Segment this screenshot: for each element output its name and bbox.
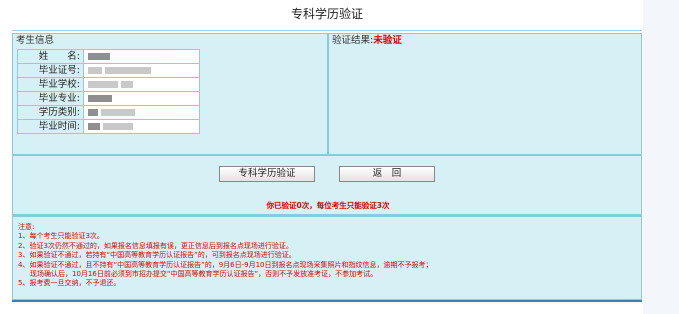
attempts-message: 你已验证0次，每位考生只能验证3次	[266, 201, 390, 210]
field-label-graduation-time: 毕业时间:	[17, 119, 84, 134]
note-item-3: 3、如果验证不通过，若持有“中国高等教育学历认证报告”的，可到报名点现场进行验证…	[18, 251, 296, 260]
table-row: 毕业学校:	[17, 77, 200, 92]
note-item-5: 5、报考费一旦交纳，不予退还。	[18, 279, 121, 288]
student-info-panel: 考生信息 姓 名: 毕业证号: 毕业学校: 毕业专业: 学历类别: 毕业时间:	[12, 33, 328, 155]
bottom-divider	[12, 300, 642, 302]
verification-result-panel: 验证结果:未验证	[328, 33, 642, 155]
table-row: 姓 名:	[17, 49, 200, 64]
student-info-table: 姓 名: 毕业证号: 毕业学校: 毕业专业: 学历类别: 毕业时间:	[17, 49, 200, 134]
student-info-header: 考生信息	[16, 35, 55, 46]
verification-result-label: 验证结果:	[332, 35, 374, 46]
note-item-4: 4、如果验证不通过，且不持有“中国高等教育学历认证报告”的，9月6日-9月10日…	[18, 260, 433, 269]
field-value-major	[83, 91, 200, 106]
right-side-panel	[643, 0, 679, 314]
field-label-certificate-no: 毕业证号:	[17, 63, 84, 78]
table-row: 毕业时间:	[17, 119, 200, 134]
note-item-2: 2、验证3次仍然不通过的，如果报名信息填报有误，更正信息后到报名点现场进行验证。	[18, 241, 293, 250]
table-row: 毕业证号:	[17, 63, 200, 78]
table-row: 学历类别:	[17, 105, 200, 120]
actions-panel: 专科学历验证 返 回 你已验证0次，每位考生只能验证3次	[12, 155, 642, 215]
field-value-name	[83, 49, 200, 64]
table-row: 毕业专业:	[17, 91, 200, 106]
back-button[interactable]: 返 回	[339, 166, 435, 182]
field-label-education-type: 学历类别:	[17, 105, 84, 120]
notes-title: 注意:	[18, 223, 35, 231]
field-label-school: 毕业学校:	[17, 77, 84, 92]
field-value-certificate-no	[83, 63, 200, 78]
page-title: 专科学历验证	[290, 7, 363, 21]
field-value-school	[83, 77, 200, 92]
verify-education-button[interactable]: 专科学历验证	[219, 166, 315, 182]
title-divider	[12, 30, 642, 31]
verification-result: 验证结果:未验证	[332, 35, 402, 47]
field-label-major: 毕业专业:	[17, 91, 84, 106]
note-item-1: 1、每个考生只能验证3次。	[18, 232, 104, 241]
field-label-name: 姓 名:	[17, 49, 84, 64]
field-value-education-type	[83, 105, 200, 120]
notes-list: 注意: 1、每个考生只能验证3次。 2、验证3次仍然不通过的，如果报名信息填报有…	[18, 223, 433, 289]
main-content: 专科学历验证 考生信息 姓 名: 毕业证号: 毕业学校: 毕业专业: 学历类别:	[12, 0, 642, 314]
verification-status: 未验证	[373, 35, 402, 46]
field-value-graduation-time	[83, 119, 200, 134]
